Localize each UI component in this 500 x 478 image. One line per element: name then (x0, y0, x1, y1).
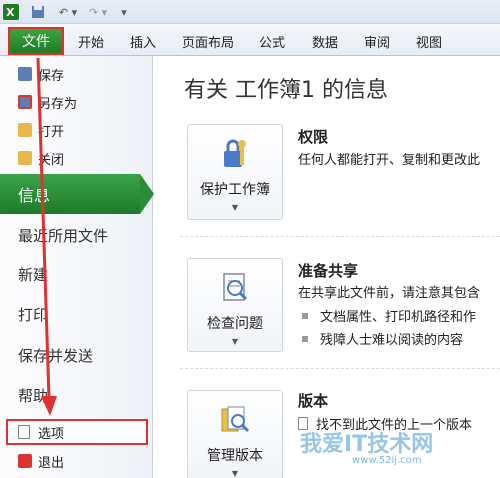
exit-icon (18, 454, 32, 468)
save-icon (18, 67, 32, 81)
open-folder-icon (18, 123, 32, 137)
info-pane: 有关 工作簿1 的信息 保护工作簿 ▼ 权限 任何人都能打开、复制和更改此 检查… (154, 56, 500, 478)
manage-versions-button[interactable]: 管理版本 ▼ (187, 390, 283, 478)
section-divider (180, 236, 500, 237)
protect-workbook-button[interactable]: 保护工作簿 ▼ (187, 124, 283, 220)
excel-icon: X (2, 3, 20, 21)
nav-item-save-send[interactable]: 保存并发送 (18, 340, 93, 370)
versions-icon (221, 406, 250, 433)
lock-key-icon (224, 139, 246, 167)
dropdown-caret-icon: ▼ (231, 337, 239, 346)
nav-item-new[interactable]: 新建 (18, 259, 48, 289)
tab-data[interactable]: 数据 (312, 30, 338, 52)
inspect-document-icon (223, 273, 248, 301)
bullet-text: 文档属性、打印机路径和作 (320, 310, 477, 325)
nav-item-options[interactable]: 选项 (6, 419, 148, 445)
nav-item-label: 另存为 (38, 96, 78, 112)
nav-item-help[interactable]: 帮助 (18, 380, 48, 410)
save-as-icon (18, 95, 32, 109)
section-heading: 版本 (298, 392, 329, 410)
tab-insert[interactable]: 插入 (130, 30, 156, 52)
nav-item-label: 打开 (38, 124, 65, 140)
bullet-icon (302, 312, 308, 319)
redo-icon[interactable]: ↷ ▾ (86, 3, 110, 21)
save-icon[interactable] (30, 3, 46, 21)
backstage-nav: 保存 另存为 打开 关闭 最近所用文件 新建 打印 保存并发送 帮助 退出 (0, 56, 153, 478)
nav-item-exit[interactable]: 退出 (18, 451, 64, 471)
watermark-url: www.52ij.com (352, 455, 422, 466)
button-label: 管理版本 (207, 448, 263, 464)
undo-icon[interactable]: ↶ ▾ (56, 3, 80, 21)
list-item: 文档属性、打印机路径和作 (302, 306, 476, 325)
tab-home[interactable]: 开始 (78, 30, 104, 52)
section-heading: 准备共享 (298, 262, 359, 280)
section-divider (180, 368, 500, 369)
tab-file[interactable]: 文件 (8, 27, 64, 55)
ribbon-tabs: 开始 插入 页面布局 公式 数据 审阅 视图 (0, 24, 500, 56)
watermark: 我爱IT技术网 (300, 432, 434, 457)
nav-item-recent[interactable]: 最近所用文件 (18, 220, 108, 250)
page-title: 有关 工作簿1 的信息 (184, 78, 388, 103)
nav-item-label: 关闭 (38, 152, 65, 168)
section-heading: 权限 (298, 128, 329, 146)
quick-access-toolbar: X ↶ ▾ ↷ ▾ ▾ (0, 0, 500, 24)
button-label: 检查问题 (207, 316, 263, 332)
nav-item-label: 选项 (38, 426, 65, 442)
tab-review[interactable]: 审阅 (364, 30, 390, 52)
nav-item-close[interactable]: 关闭 (18, 148, 64, 168)
nav-item-label: 退出 (38, 455, 65, 471)
dropdown-caret-icon: ▼ (231, 469, 239, 478)
customize-icon[interactable]: ▾ (118, 3, 130, 21)
tab-view[interactable]: 视图 (416, 30, 442, 52)
dropdown-caret-icon: ▼ (231, 203, 239, 212)
check-issues-button[interactable]: 检查问题 ▼ (187, 258, 283, 352)
tab-page-layout[interactable]: 页面布局 (182, 30, 234, 52)
button-label: 保护工作簿 (200, 182, 270, 198)
close-folder-icon (18, 151, 32, 165)
list-item: 残障人士难以阅读的内容 (302, 329, 463, 348)
nav-item-save[interactable]: 保存 (18, 64, 64, 84)
tab-formulas[interactable]: 公式 (259, 30, 285, 52)
nav-item-label: 保存 (38, 68, 65, 84)
nav-item-info[interactable]: 信息 (0, 174, 140, 214)
nav-item-open[interactable]: 打开 (18, 120, 64, 140)
section-description: 在共享此文件前，请注意其包含 (298, 286, 481, 301)
nav-selected-pointer (140, 174, 154, 214)
nav-item-save-as[interactable]: 另存为 (18, 92, 77, 112)
options-icon (18, 425, 30, 439)
bullet-icon (302, 335, 308, 342)
svg-text:X: X (6, 6, 15, 19)
bullet-text: 残障人士难以阅读的内容 (320, 333, 464, 348)
nav-item-print[interactable]: 打印 (18, 299, 48, 329)
section-description: 任何人都能打开、复制和更改此 (298, 153, 481, 168)
